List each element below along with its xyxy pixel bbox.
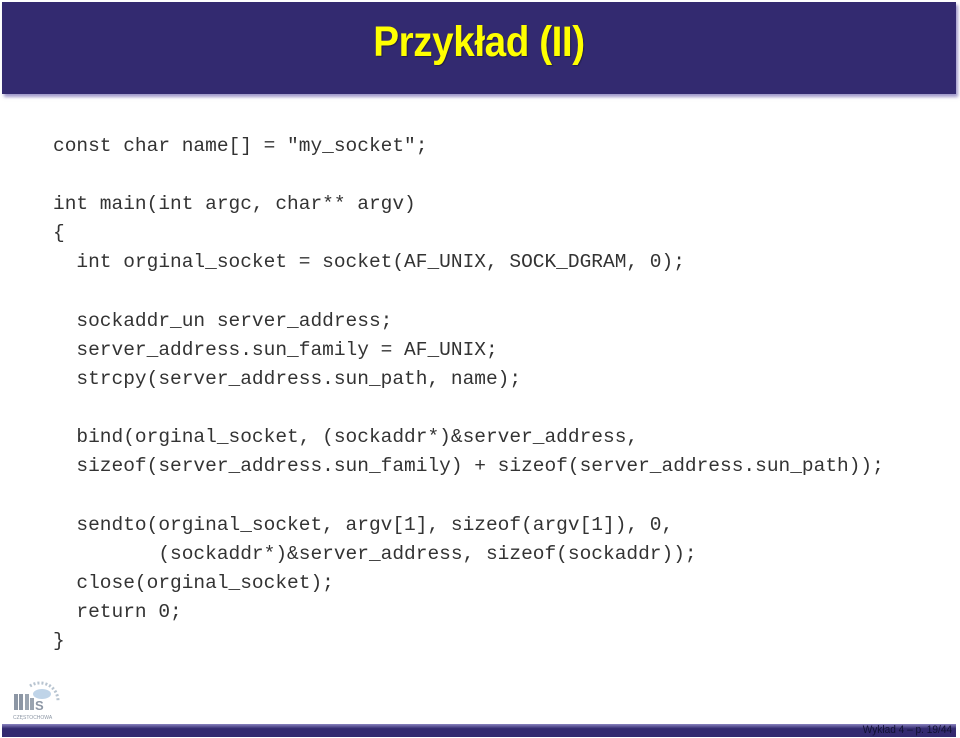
slide-title: Przykład (II) bbox=[373, 18, 585, 66]
code-line: int main(int argc, char** argv) bbox=[53, 193, 416, 215]
svg-text:S: S bbox=[35, 698, 44, 713]
code-line: return 0; bbox=[53, 601, 182, 623]
code-line: const char name[] = "my_socket"; bbox=[53, 135, 428, 157]
code-line: sizeof(server_address.sun_family) + size… bbox=[53, 455, 884, 477]
code-block: const char name[] = "my_socket"; int mai… bbox=[0, 0, 884, 652]
code-line: server_address.sun_family = AF_UNIX; bbox=[53, 339, 498, 361]
slide-header: Przykład (II) bbox=[2, 2, 956, 94]
code-line: int orginal_socket = socket(AF_UNIX, SOC… bbox=[53, 251, 685, 273]
code-line: bind(orginal_socket, (sockaddr*)&server_… bbox=[53, 426, 639, 448]
code-line: close(orginal_socket); bbox=[53, 572, 334, 594]
page-indicator: Wykład 4 – p. 19/44 bbox=[862, 724, 952, 736]
slide-footer: Wykład 4 – p. 19/44 bbox=[2, 724, 956, 737]
university-logo-icon: S CZĘSTOCHOWA bbox=[8, 680, 64, 722]
code-line: sockaddr_un server_address; bbox=[53, 310, 393, 332]
code-line: } bbox=[53, 630, 65, 652]
code-line: strcpy(server_address.sun_path, name); bbox=[53, 368, 522, 390]
svg-text:CZĘSTOCHOWA: CZĘSTOCHOWA bbox=[13, 715, 53, 721]
code-line: { bbox=[53, 222, 65, 244]
code-line: (sockaddr*)&server_address, sizeof(socka… bbox=[53, 543, 697, 565]
code-line: sendto(orginal_socket, argv[1], sizeof(a… bbox=[53, 514, 674, 536]
